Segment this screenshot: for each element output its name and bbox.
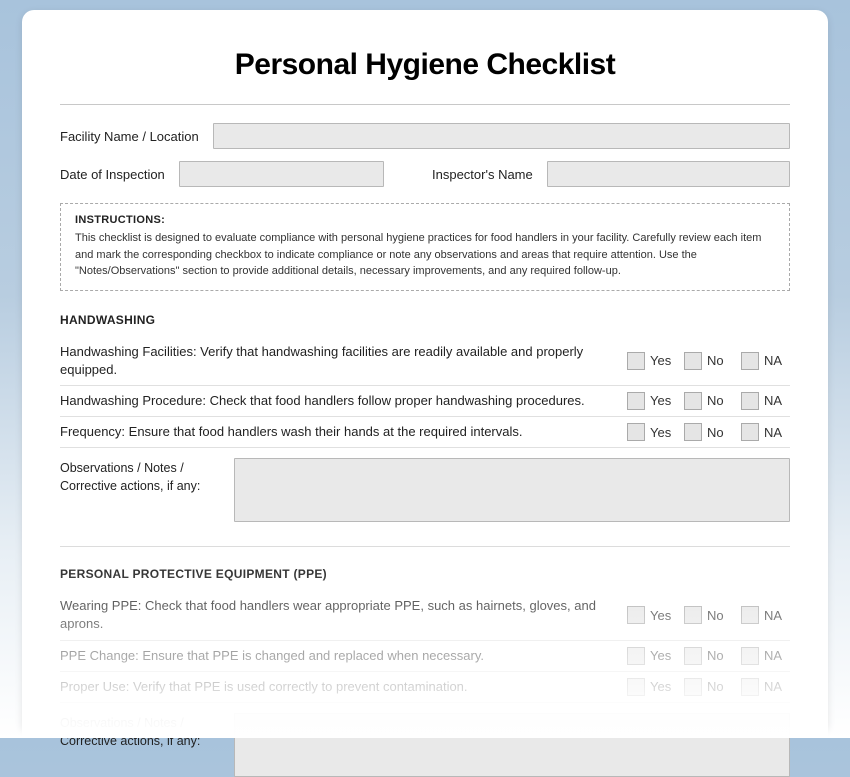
section-heading-ppe: PERSONAL PROTECTIVE EQUIPMENT (PPE) — [60, 567, 790, 581]
label-no: No — [707, 425, 733, 440]
checkbox-yes[interactable] — [627, 352, 645, 370]
observations-textarea[interactable] — [234, 713, 790, 777]
observations-row: Observations / Notes / Corrective action… — [60, 713, 790, 777]
label-yes: Yes — [650, 679, 676, 694]
checklist-item-text: PPE Change: Ensure that PPE is changed a… — [60, 647, 619, 665]
inspector-label: Inspector's Name — [432, 167, 533, 182]
checkbox-na[interactable] — [741, 392, 759, 410]
inspector-input[interactable] — [547, 161, 790, 187]
label-no: No — [707, 353, 733, 368]
checklist-item-text: Handwashing Facilities: Verify that hand… — [60, 343, 619, 379]
checkbox-na[interactable] — [741, 423, 759, 441]
facility-label: Facility Name / Location — [60, 129, 199, 144]
label-yes: Yes — [650, 353, 676, 368]
checkbox-yes[interactable] — [627, 678, 645, 696]
label-yes: Yes — [650, 608, 676, 623]
date-input[interactable] — [179, 161, 384, 187]
date-inspector-row: Date of Inspection Inspector's Name — [60, 161, 790, 187]
checklist-item-text: Frequency: Ensure that food handlers was… — [60, 423, 619, 441]
section-heading-handwashing: HANDWASHING — [60, 313, 790, 327]
checkbox-na[interactable] — [741, 606, 759, 624]
label-yes: Yes — [650, 425, 676, 440]
label-yes: Yes — [650, 393, 676, 408]
observations-row: Observations / Notes / Corrective action… — [60, 458, 790, 522]
label-na: NA — [764, 425, 790, 440]
checkbox-no[interactable] — [684, 352, 702, 370]
checklist-row: Handwashing Procedure: Check that food h… — [60, 386, 790, 417]
page-title: Personal Hygiene Checklist — [60, 48, 790, 82]
label-no: No — [707, 648, 733, 663]
checklist-item-text: Proper Use: Verify that PPE is used corr… — [60, 678, 619, 696]
label-no: No — [707, 608, 733, 623]
checkbox-yes[interactable] — [627, 606, 645, 624]
label-yes: Yes — [650, 648, 676, 663]
label-no: No — [707, 393, 733, 408]
checklist-row: Wearing PPE: Check that food handlers we… — [60, 591, 790, 640]
observations-label: Observations / Notes / Corrective action… — [60, 713, 220, 777]
checkbox-yes[interactable] — [627, 392, 645, 410]
label-na: NA — [764, 393, 790, 408]
checkbox-yes[interactable] — [627, 647, 645, 665]
document-page: Personal Hygiene Checklist Facility Name… — [22, 10, 828, 728]
observations-textarea[interactable] — [234, 458, 790, 522]
checkbox-no[interactable] — [684, 606, 702, 624]
checkbox-na[interactable] — [741, 647, 759, 665]
label-no: No — [707, 679, 733, 694]
checklist-item-text: Wearing PPE: Check that food handlers we… — [60, 597, 619, 633]
label-na: NA — [764, 679, 790, 694]
label-na: NA — [764, 353, 790, 368]
checklist-row: Frequency: Ensure that food handlers was… — [60, 417, 790, 448]
label-na: NA — [764, 648, 790, 663]
checkbox-no[interactable] — [684, 647, 702, 665]
date-label: Date of Inspection — [60, 167, 165, 182]
checklist-row: Handwashing Facilities: Verify that hand… — [60, 337, 790, 386]
section-divider — [60, 546, 790, 547]
instructions-box: INSTRUCTIONS: This checklist is designed… — [60, 203, 790, 291]
instructions-heading: INSTRUCTIONS: — [75, 214, 775, 226]
title-divider — [60, 104, 790, 105]
checkbox-yes[interactable] — [627, 423, 645, 441]
checklist-item-text: Handwashing Procedure: Check that food h… — [60, 392, 619, 410]
observations-label: Observations / Notes / Corrective action… — [60, 458, 220, 522]
checkbox-no[interactable] — [684, 423, 702, 441]
checkbox-na[interactable] — [741, 678, 759, 696]
facility-row: Facility Name / Location — [60, 123, 790, 149]
checkbox-no[interactable] — [684, 392, 702, 410]
label-na: NA — [764, 608, 790, 623]
checklist-row: PPE Change: Ensure that PPE is changed a… — [60, 641, 790, 672]
checkbox-no[interactable] — [684, 678, 702, 696]
checklist-row: Proper Use: Verify that PPE is used corr… — [60, 672, 790, 703]
checkbox-na[interactable] — [741, 352, 759, 370]
instructions-text: This checklist is designed to evaluate c… — [75, 230, 775, 280]
facility-input[interactable] — [213, 123, 790, 149]
